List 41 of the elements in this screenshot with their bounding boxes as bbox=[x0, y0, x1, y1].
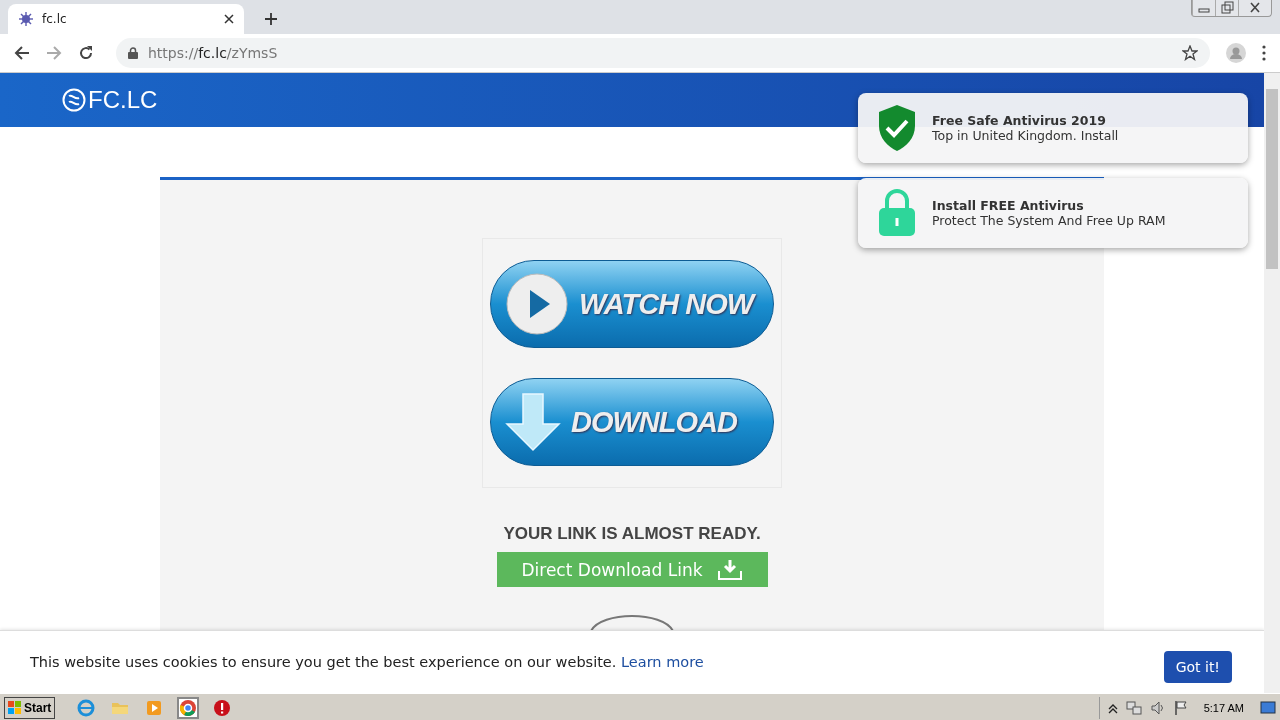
learn-more-link[interactable]: Learn more bbox=[621, 654, 704, 670]
shield-check-icon bbox=[878, 104, 916, 152]
url-text: https://fc.lc/zYmsS bbox=[148, 45, 279, 61]
address-field[interactable]: https://fc.lc/zYmsS bbox=[116, 38, 1210, 68]
profile-icon[interactable] bbox=[1226, 43, 1246, 63]
chevron-up-icon[interactable] bbox=[1107, 702, 1118, 714]
notification-title: Install FREE Antivirus bbox=[932, 198, 1085, 213]
favicon-icon bbox=[18, 11, 34, 27]
flag-icon[interactable] bbox=[1173, 700, 1188, 716]
padlock-icon bbox=[878, 189, 916, 237]
notification-text: Top in United Kingdom. Install bbox=[932, 128, 1119, 143]
download-icon bbox=[716, 558, 743, 581]
got-it-button[interactable]: Got it! bbox=[1163, 651, 1232, 683]
new-tab-icon[interactable] bbox=[264, 12, 278, 26]
show-desktop-icon[interactable] bbox=[1260, 701, 1276, 715]
lock-icon bbox=[128, 47, 138, 59]
logo-icon bbox=[62, 88, 86, 112]
speaker-icon[interactable] bbox=[1149, 700, 1166, 716]
play-icon bbox=[505, 272, 569, 336]
reload-icon[interactable] bbox=[78, 45, 94, 61]
status-heading: YOUR LINK IS ALMOST READY. bbox=[503, 524, 761, 544]
notification-text: Protect The System And Free Up RAM bbox=[932, 213, 1166, 228]
network-icon[interactable] bbox=[1125, 700, 1142, 716]
menu-icon[interactable] bbox=[1262, 45, 1266, 61]
cookie-message: This website uses cookies to ensure you get the best experience on our website. Learn more bbox=[30, 654, 704, 670]
stop-icon[interactable] bbox=[213, 699, 232, 717]
notification-card[interactable]: Free Safe Antivirus 2019 Top in United Kingdom. Install bbox=[858, 93, 1248, 163]
notification-title: Free Safe Antivirus 2019 bbox=[932, 113, 1107, 128]
logo-text: FC.LC bbox=[88, 86, 158, 114]
start-button[interactable]: Start bbox=[4, 697, 56, 719]
windows-logo-icon bbox=[8, 701, 22, 715]
clock-time: 5:17 AM bbox=[1203, 702, 1244, 714]
scrollbar[interactable] bbox=[1264, 73, 1280, 693]
bookmark-star-icon[interactable] bbox=[1182, 45, 1198, 61]
back-icon[interactable] bbox=[14, 45, 30, 61]
arrow-down-icon bbox=[505, 392, 561, 452]
chrome-icon[interactable] bbox=[179, 699, 198, 717]
notification-card[interactable]: Install FREE Antivirus Protect The System And Free Up RAM bbox=[858, 178, 1248, 248]
tab-title: fc.lc bbox=[42, 12, 68, 26]
browser-tab[interactable]: fc.lc bbox=[8, 4, 244, 34]
close-icon[interactable] bbox=[224, 14, 234, 24]
